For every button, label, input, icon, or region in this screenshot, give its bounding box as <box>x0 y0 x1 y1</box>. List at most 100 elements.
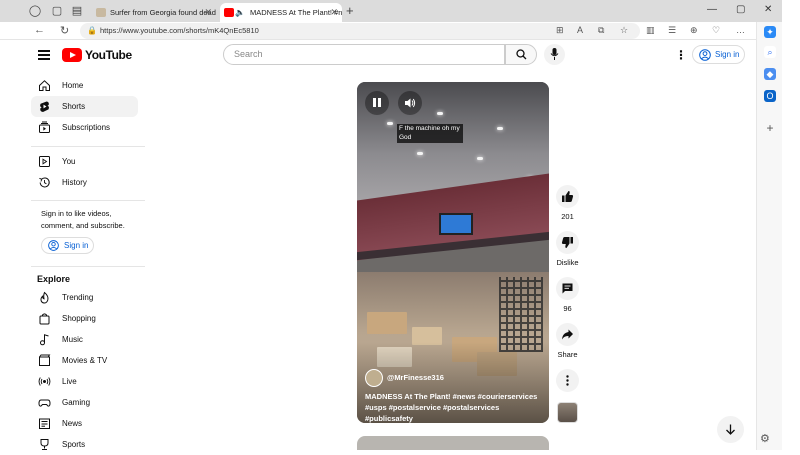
shorts-icon <box>40 101 49 112</box>
search-button[interactable] <box>505 44 537 65</box>
left-guide: Home Shorts Subscriptions You History Si… <box>24 70 146 450</box>
shopping-icon <box>39 313 50 325</box>
sound-thumbnail[interactable] <box>557 402 578 423</box>
edge-sidebar: ✦ ⌕ ◆ O + <box>756 22 782 450</box>
guide-item-music[interactable]: Music <box>31 329 138 350</box>
refresh-icon[interactable]: ↻ <box>60 24 69 37</box>
sign-in-label: Sign in <box>715 50 740 59</box>
read-aloud-icon[interactable]: A <box>577 25 583 35</box>
guide-label: Live <box>62 377 77 386</box>
add-sidebar-icon[interactable]: + <box>764 122 776 134</box>
search-icon <box>516 49 527 60</box>
next-short-preview[interactable] <box>357 436 549 450</box>
like-button[interactable] <box>556 185 579 208</box>
new-tab-icon[interactable]: + <box>346 4 354 18</box>
minimize-icon[interactable]: — <box>707 4 717 15</box>
menu-icon[interactable] <box>38 50 50 60</box>
outlook-icon[interactable]: O <box>764 90 776 102</box>
voice-search-button[interactable] <box>544 44 565 65</box>
guide-label: Shopping <box>62 314 96 323</box>
youtube-wordmark[interactable]: YouTube <box>85 48 132 62</box>
youtube-logo-icon[interactable] <box>62 48 82 62</box>
sports-icon <box>40 439 49 450</box>
explore-header: Explore <box>37 274 71 284</box>
profile-icon[interactable]: ◯ <box>28 4 42 18</box>
guide-item-movies[interactable]: Movies & TV <box>31 350 138 371</box>
volume-button[interactable] <box>398 91 422 115</box>
close-icon[interactable]: ✕ <box>204 3 212 22</box>
guide-item-history[interactable]: History <box>31 172 138 193</box>
movies-icon <box>39 354 51 366</box>
live-icon <box>38 377 51 386</box>
workspaces-icon[interactable]: ▢ <box>50 4 64 18</box>
history-icon <box>39 177 50 188</box>
tools-icon[interactable]: ◆ <box>764 68 776 80</box>
guide-label: Music <box>62 335 83 344</box>
tab-youtube-short[interactable]: 🔈 MADNESS At The Plant! #ne ✕ <box>220 3 342 22</box>
guide-item-you[interactable]: You <box>31 151 138 172</box>
guide-label: Gaming <box>62 398 91 407</box>
volume-icon <box>405 98 416 108</box>
sidebar-settings-icon[interactable]: ⚙ <box>760 432 770 445</box>
comments-button[interactable] <box>556 277 579 300</box>
guide-item-gaming[interactable]: Gaming <box>31 392 138 413</box>
guide-sign-in-button[interactable]: Sign in <box>41 237 94 254</box>
favorites-icon[interactable]: ☰ <box>668 25 676 36</box>
lock-icon: 🔒 <box>87 26 97 35</box>
share-arrow-icon <box>562 329 573 340</box>
guide-item-home[interactable]: Home <box>31 75 138 96</box>
video-detail <box>417 152 423 155</box>
video-title[interactable]: MADNESS At The Plant! #news #courierserv… <box>365 391 545 423</box>
app-available-icon[interactable]: ⊞ <box>556 25 564 36</box>
guide-label: Movies & TV <box>62 356 108 365</box>
share-label: Share <box>557 350 578 359</box>
guide-label: History <box>62 178 87 187</box>
video-detail <box>437 112 443 115</box>
youtube-favicon-icon <box>224 8 234 17</box>
tab-actions-icon[interactable]: ▤ <box>70 4 84 18</box>
guide-item-trending[interactable]: Trending <box>31 287 138 308</box>
favorite-star-icon[interactable]: ☆ <box>620 25 628 36</box>
search-sidebar-icon[interactable]: ⌕ <box>764 46 776 58</box>
guide-item-shopping[interactable]: Shopping <box>31 308 138 329</box>
settings-kebab-icon[interactable]: ⋮ <box>675 48 687 62</box>
dislike-label: Dislike <box>556 258 579 267</box>
more-menu-icon[interactable]: … <box>736 25 745 35</box>
tab-surfer[interactable]: Surfer from Georgia found dead ✕ <box>92 3 216 22</box>
next-short-button[interactable] <box>717 416 744 443</box>
dislike-button[interactable] <box>556 231 579 254</box>
microphone-icon <box>550 48 559 60</box>
shorts-video-player[interactable]: F the machine oh my God @MrFinesse316 MA… <box>357 82 549 423</box>
extensions-icon[interactable]: ⧉ <box>598 25 604 36</box>
split-screen-icon[interactable]: ▥ <box>646 25 655 36</box>
news-icon <box>39 418 50 429</box>
close-window-icon[interactable]: ✕ <box>764 4 772 15</box>
guide-item-live[interactable]: Live <box>31 371 138 392</box>
back-icon[interactable]: ← <box>34 24 45 36</box>
guide-item-news[interactable]: News <box>31 413 138 434</box>
screen: ◯ ▢ ▤ Surfer from Georgia found dead ✕ 🔈… <box>0 0 800 450</box>
guide-label: Subscriptions <box>62 123 111 132</box>
guide-item-subscriptions[interactable]: Subscriptions <box>31 117 138 138</box>
browser-essentials-icon[interactable]: ♡ <box>712 25 720 36</box>
search-input[interactable]: Search <box>223 44 505 65</box>
guide-item-sports[interactable]: Sports <box>31 434 138 455</box>
collections-icon[interactable]: ⊕ <box>690 25 698 36</box>
channel-name[interactable]: @MrFinesse316 <box>387 369 444 387</box>
copilot-icon[interactable]: ✦ <box>764 26 776 38</box>
video-detail <box>499 277 543 352</box>
speaker-icon[interactable]: 🔈 <box>235 3 245 22</box>
share-button[interactable] <box>556 323 579 346</box>
guide-item-shorts[interactable]: Shorts <box>31 96 138 117</box>
guide-label: News <box>62 419 83 428</box>
more-actions-button[interactable] <box>556 369 579 392</box>
arrow-down-icon <box>726 424 735 435</box>
comment-icon <box>562 283 573 294</box>
close-icon[interactable]: ✕ <box>330 3 338 22</box>
restore-icon[interactable]: ▢ <box>736 4 745 15</box>
guide-label: Shorts <box>62 102 86 111</box>
channel-avatar[interactable] <box>365 369 383 387</box>
sign-in-button[interactable]: Sign in <box>692 45 745 64</box>
video-detail <box>367 312 407 334</box>
pause-button[interactable] <box>365 91 389 115</box>
